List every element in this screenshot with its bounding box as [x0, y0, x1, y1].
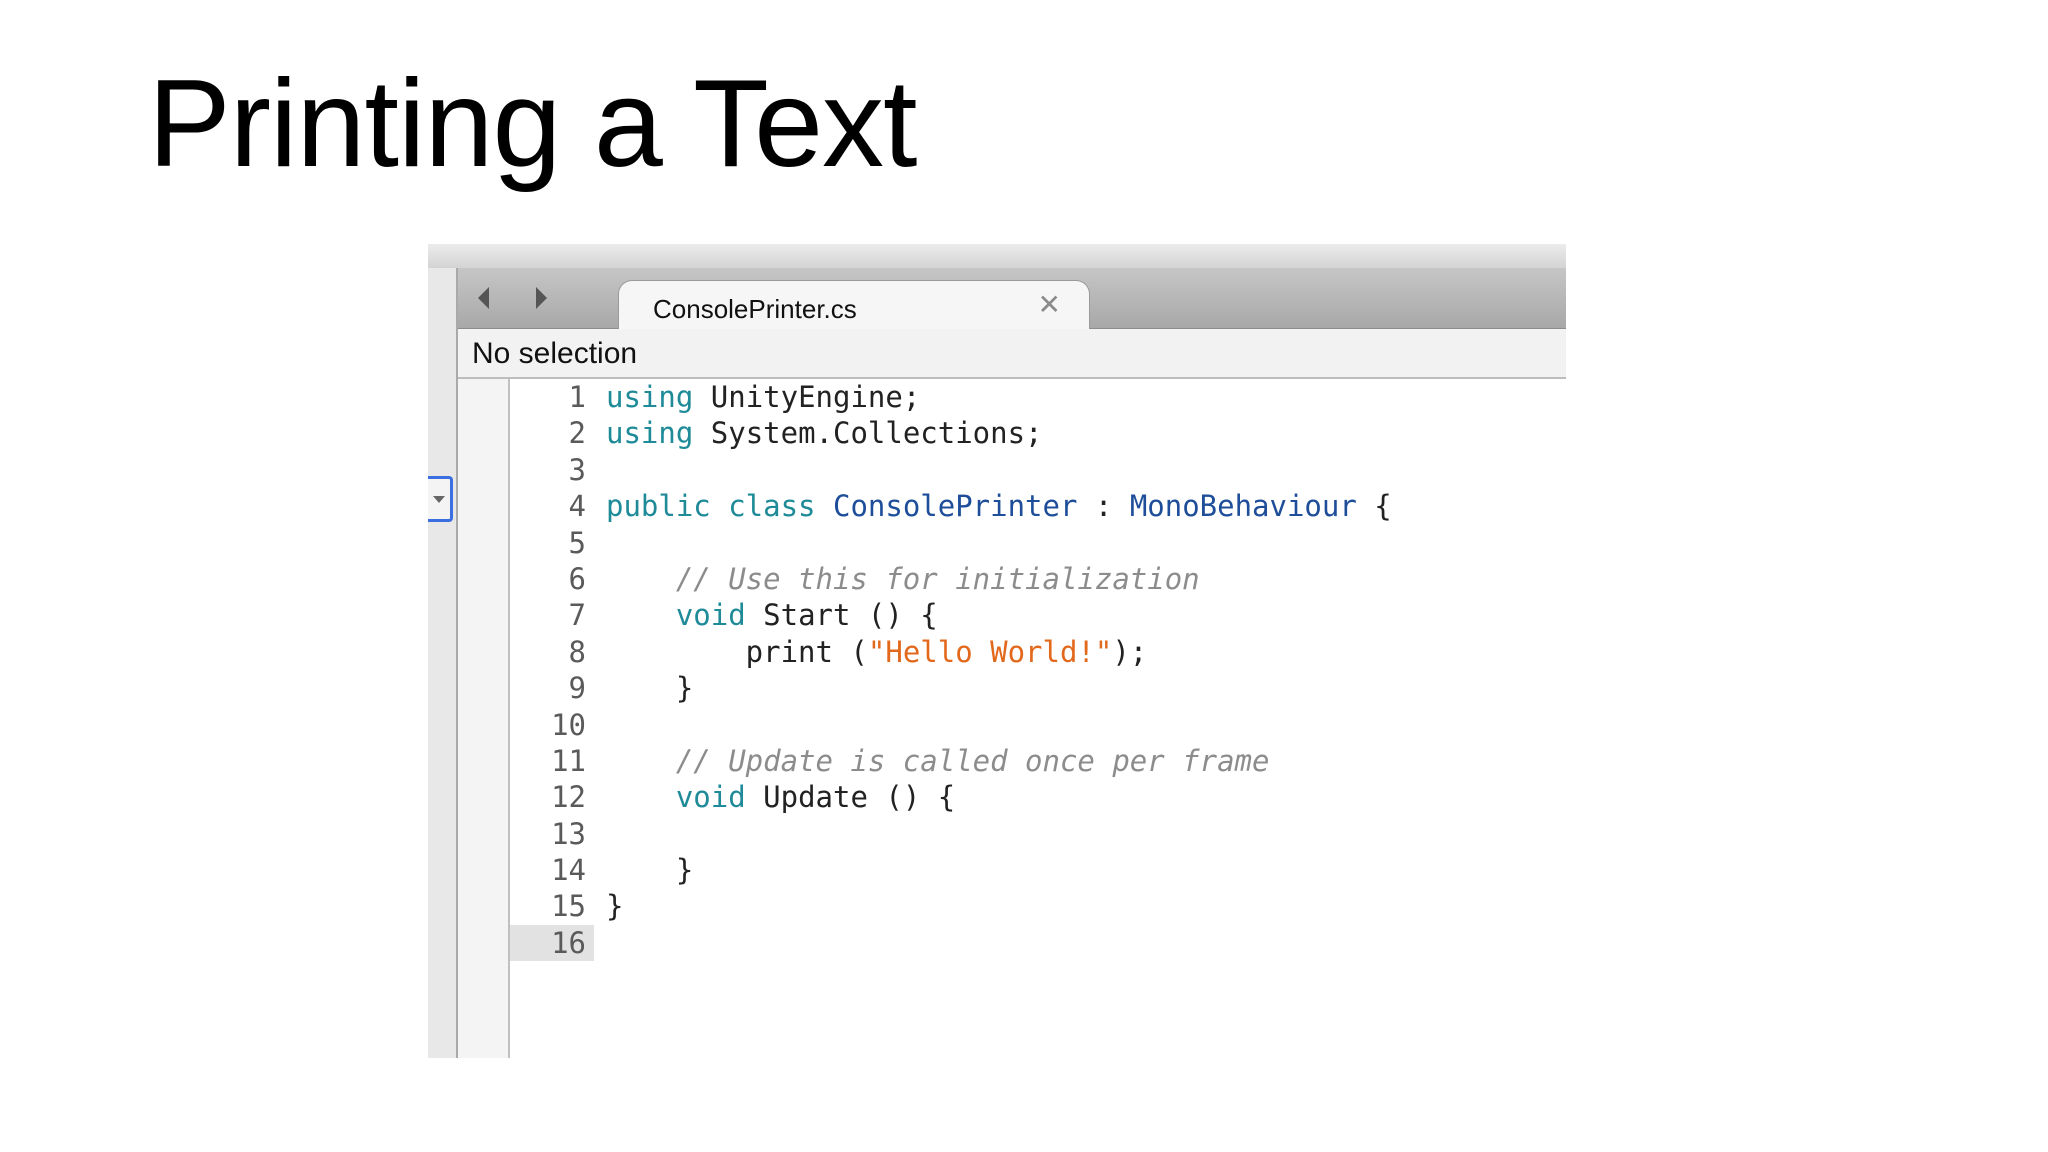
code-line[interactable]: // Use this for initialization	[606, 561, 1566, 597]
code-token: void	[675, 598, 746, 633]
code-token: print (	[606, 634, 868, 669]
code-token: "Hello World!"	[867, 634, 1113, 669]
line-number: 11	[551, 743, 586, 778]
code-token: using	[606, 380, 694, 414]
code-line[interactable]: print ("Hello World!");	[606, 634, 1566, 670]
line-number: 13	[551, 816, 586, 851]
line-number: 5	[568, 525, 586, 560]
code-token: );	[1112, 634, 1148, 669]
back-button[interactable]	[468, 284, 498, 312]
line-number: 4	[568, 489, 586, 524]
line-number: 10	[551, 707, 586, 742]
line-number: 9	[568, 671, 586, 706]
forward-button[interactable]	[526, 284, 556, 312]
line-number: 14	[551, 853, 586, 888]
close-icon[interactable]: ✕	[1038, 291, 1061, 319]
code-token: void	[675, 780, 746, 815]
tab-label: ConsolePrinter.cs	[653, 294, 857, 324]
code-token: :	[1077, 489, 1130, 524]
code-token: UnityEngine;	[693, 380, 921, 414]
code-line[interactable]: using UnityEngine;	[606, 379, 1566, 415]
code-line[interactable]: // Update is called once per frame	[606, 743, 1566, 779]
line-number: 7	[568, 598, 586, 633]
code-token: MonoBehaviour	[1129, 489, 1357, 524]
line-number: 16	[510, 924, 594, 962]
line-number: 6	[568, 561, 586, 596]
code-line[interactable]	[606, 525, 1566, 561]
window-top-bar	[428, 244, 1566, 269]
code-line[interactable]: void Start () {	[606, 597, 1566, 633]
code-line[interactable]	[606, 452, 1566, 488]
code-editor-screenshot: ConsolePrinter.cs ✕ No selection 1234567…	[428, 244, 1566, 1058]
code-token: }	[606, 889, 624, 924]
slide-title: Printing a Text	[148, 55, 917, 193]
code-line[interactable]: }	[606, 888, 1566, 924]
code-token: // Update is called once per frame	[606, 743, 1270, 778]
code-token: // Use this for initialization	[606, 561, 1200, 596]
code-line[interactable]	[606, 707, 1566, 743]
code-token: }	[606, 853, 694, 888]
code-line[interactable]: public class ConsolePrinter : MonoBehavi…	[606, 488, 1566, 524]
editor-gutter	[458, 379, 510, 1058]
code-editor[interactable]: 1 2 3 4 5 6 7 8 9 10 11 12 13 14 15 16 using UnityEngin…	[458, 379, 1566, 1058]
code-token: using	[606, 416, 694, 451]
code-line[interactable]	[606, 816, 1566, 852]
code-line[interactable]: }	[606, 670, 1566, 706]
forward-arrow-icon	[535, 287, 547, 309]
code-token: System.Collections;	[693, 416, 1043, 451]
line-number: 3	[568, 452, 586, 487]
code-line[interactable]: void Update () {	[606, 779, 1566, 815]
code-token: Start () {	[745, 598, 938, 633]
code-token: public class	[606, 489, 816, 524]
back-arrow-icon	[477, 287, 489, 309]
line-number: 12	[551, 780, 586, 815]
code-token: ConsolePrinter	[832, 489, 1078, 524]
line-number: 8	[568, 634, 586, 669]
left-side-panel	[428, 268, 458, 1058]
line-number: 1	[568, 380, 586, 414]
tab-consoleprinter[interactable]: ConsolePrinter.cs ✕	[618, 280, 1090, 331]
line-number: 2	[568, 416, 586, 451]
line-number: 15	[551, 889, 586, 924]
code-token: }	[606, 671, 694, 706]
selection-info-bar: No selection	[458, 329, 1566, 379]
tab-bar: ConsolePrinter.cs ✕	[458, 268, 1566, 331]
selection-status: No selection	[472, 337, 638, 370]
code-line[interactable]: using System.Collections;	[606, 415, 1566, 451]
dropdown-icon	[433, 495, 445, 503]
code-token: Update () {	[745, 780, 956, 815]
line-numbers: 1 2 3 4 5 6 7 8 9 10 11 12 13 14 15 16	[510, 379, 594, 962]
code-line[interactable]	[606, 925, 1566, 961]
code-area[interactable]: using UnityEngine; using System.Collectio…	[606, 379, 1566, 961]
side-dropdown[interactable]	[428, 476, 453, 522]
code-line[interactable]: }	[606, 852, 1566, 888]
code-token: {	[1356, 489, 1392, 524]
